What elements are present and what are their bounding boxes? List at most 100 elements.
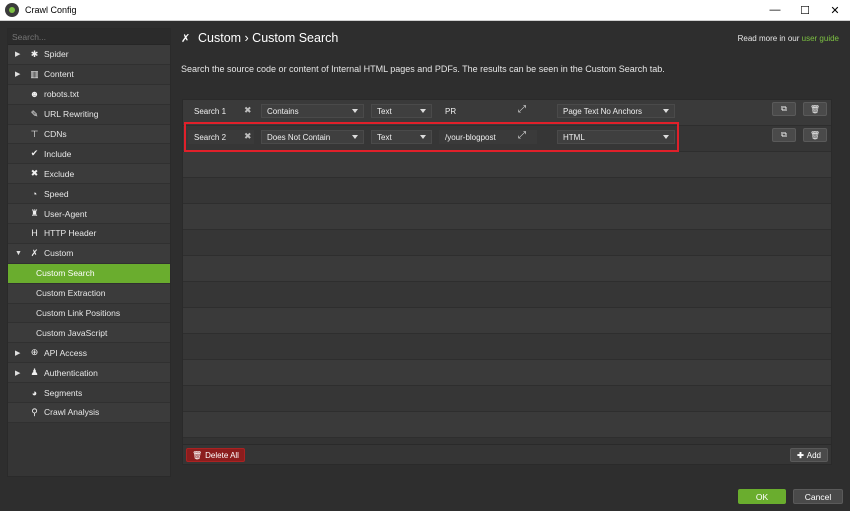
caret-right-icon[interactable]: ▶: [15, 369, 20, 377]
operator-value: Contains: [267, 106, 299, 116]
copy-icon: ⧉: [781, 104, 787, 113]
sidebar-item-label: Segments: [44, 387, 83, 398]
page-title-text: Custom › Custom Search: [198, 31, 339, 45]
sidebar-item-label: Spider: [44, 49, 69, 60]
operator-select[interactable]: Contains: [261, 104, 364, 118]
copy-icon: ⧉: [781, 130, 787, 139]
sidebar-item-label: Authentication: [44, 367, 98, 378]
sidebar-item-label: Content: [44, 69, 74, 80]
search-icon: ⚲: [31, 406, 38, 417]
cancel-button[interactable]: Cancel: [793, 489, 843, 504]
delete-all-label: Delete All: [205, 450, 239, 460]
sidebar-item-custom-link-positions[interactable]: Custom Link Positions: [8, 303, 170, 324]
user-secret-icon: ♜: [30, 208, 39, 219]
sidebar-nav: ▶ ✱ Spider ▶ ▥ Content ☻ robots.txt ✎ URL Rewriti…: [8, 45, 170, 423]
columns-icon: ▥: [30, 68, 39, 79]
sidebar: ▶ ✱ Spider ▶ ▥ Content ☻ robots.txt ✎ URL Rewriti…: [7, 28, 171, 477]
chevron-down-icon: [663, 109, 669, 113]
sidebar-item-custom-search[interactable]: Custom Search: [8, 263, 170, 284]
user-guide-prefix: Read more in our: [737, 34, 802, 43]
duplicate-button[interactable]: ⧉: [772, 128, 796, 142]
trash-icon: 🗑: [809, 130, 821, 140]
sidebar-item-custom-extraction[interactable]: Custom Extraction: [8, 283, 170, 304]
sidebar-item-crawl-analysis[interactable]: ⚲ Crawl Analysis: [8, 403, 170, 423]
page-title: ✗ Custom › Custom Search: [181, 31, 338, 45]
app-logo-icon: [5, 3, 19, 17]
ok-button[interactable]: OK: [738, 489, 786, 504]
sidebar-item-label: Include: [44, 148, 72, 159]
sidebar-search: [8, 29, 170, 45]
caret-right-icon[interactable]: ▶: [15, 70, 20, 78]
sidebar-item-custom-javascript[interactable]: Custom JavaScript: [8, 323, 170, 344]
caret-right-icon[interactable]: ▶: [15, 349, 20, 357]
robot-icon: ☻: [29, 89, 40, 100]
delete-row-button[interactable]: 🗑: [803, 102, 827, 116]
caret-right-icon[interactable]: ▶: [15, 50, 20, 58]
expand-icon[interactable]: ⤢: [518, 104, 526, 115]
type-select[interactable]: Text: [371, 104, 432, 118]
plus-icon: ✚: [797, 450, 804, 460]
gauge-icon: ◔: [31, 188, 38, 199]
sitemap-icon: ⊤: [30, 128, 39, 139]
sidebar-item-segments[interactable]: ◕ Segments: [8, 383, 170, 404]
sidebar-search-input[interactable]: [12, 31, 170, 42]
user-guide-note: Read more in our user guide: [738, 34, 839, 43]
sidebar-item-cdns[interactable]: ⊤ CDNs: [8, 124, 170, 145]
clear-name-icon[interactable]: ✖: [244, 105, 252, 116]
x-circle-icon: ✖: [30, 168, 39, 179]
chevron-down-icon: [352, 109, 358, 113]
delete-row-button[interactable]: 🗑: [803, 128, 827, 142]
globe-icon: ⊕: [30, 347, 39, 358]
highlight-box: [184, 122, 679, 152]
sidebar-item-url-rewriting[interactable]: ✎ URL Rewriting: [8, 104, 170, 125]
sidebar-item-spider[interactable]: ▶ ✱ Spider: [8, 45, 170, 65]
delete-all-button[interactable]: 🗑 Delete All: [186, 448, 245, 462]
sidebar-item-label: Custom Search: [36, 268, 95, 279]
trash-icon: 🗑: [809, 104, 821, 114]
window-titlebar: Crawl Config — ☐ ✕: [0, 0, 850, 21]
sidebar-item-label: CDNs: [44, 129, 67, 139]
duplicate-button[interactable]: ⧉: [772, 102, 796, 116]
sidebar-item-label: Crawl Analysis: [44, 407, 100, 418]
user-lock-icon: ♟: [30, 367, 39, 378]
sidebar-item-label: User-Agent: [44, 208, 87, 219]
sidebar-item-user-agent[interactable]: ♜ User-Agent: [8, 204, 170, 225]
sidebar-item-label: Custom: [44, 248, 74, 259]
type-value: Text: [377, 106, 392, 116]
tools-icon: ✗: [30, 247, 39, 258]
maximize-button[interactable]: ☐: [790, 0, 820, 20]
sidebar-item-label: Speed: [44, 188, 69, 199]
sidebar-item-content[interactable]: ▶ ▥ Content: [8, 64, 170, 85]
add-button[interactable]: ✚ Add: [790, 448, 828, 462]
sidebar-item-http-header[interactable]: H HTTP Header: [8, 224, 170, 244]
sidebar-item-label: Custom JavaScript: [36, 327, 108, 338]
h-icon: H: [31, 228, 38, 239]
minimize-button[interactable]: —: [760, 0, 790, 20]
sidebar-item-label: robots.txt: [44, 89, 79, 100]
sidebar-item-robots-txt[interactable]: ☻ robots.txt: [8, 84, 170, 105]
scope-select[interactable]: Page Text No Anchors: [557, 104, 675, 118]
sidebar-item-label: Custom Extraction: [36, 288, 106, 299]
window-title: Crawl Config: [25, 5, 77, 15]
chevron-down-icon: [420, 109, 426, 113]
window-controls: — ☐ ✕: [760, 0, 850, 20]
check-circle-icon: ✔: [30, 148, 39, 159]
user-guide-link[interactable]: user guide: [802, 34, 839, 43]
caret-down-icon[interactable]: ▼: [15, 250, 22, 257]
sidebar-item-label: API Access: [44, 347, 87, 358]
add-label: Add: [806, 450, 821, 460]
table-footer: [182, 444, 832, 465]
sidebar-item-include[interactable]: ✔ Include: [8, 144, 170, 165]
edit-icon: ✎: [30, 108, 39, 119]
pie-chart-icon: ◕: [31, 387, 38, 398]
sidebar-item-api-access[interactable]: ▶ ⊕ API Access: [8, 343, 170, 364]
close-button[interactable]: ✕: [820, 0, 850, 20]
sidebar-item-label: URL Rewriting: [44, 109, 99, 120]
sidebar-item-authentication[interactable]: ▶ ♟ Authentication: [8, 363, 170, 384]
query-value: PR: [445, 106, 457, 116]
sidebar-item-exclude[interactable]: ✖ Exclude: [8, 164, 170, 185]
sidebar-item-custom[interactable]: ▼ ✗ Custom: [8, 243, 170, 264]
sidebar-item-label: HTTP Header: [44, 228, 97, 239]
page-description: Search the source code or content of Int…: [181, 64, 665, 74]
sidebar-item-speed[interactable]: ◔ Speed: [8, 184, 170, 205]
